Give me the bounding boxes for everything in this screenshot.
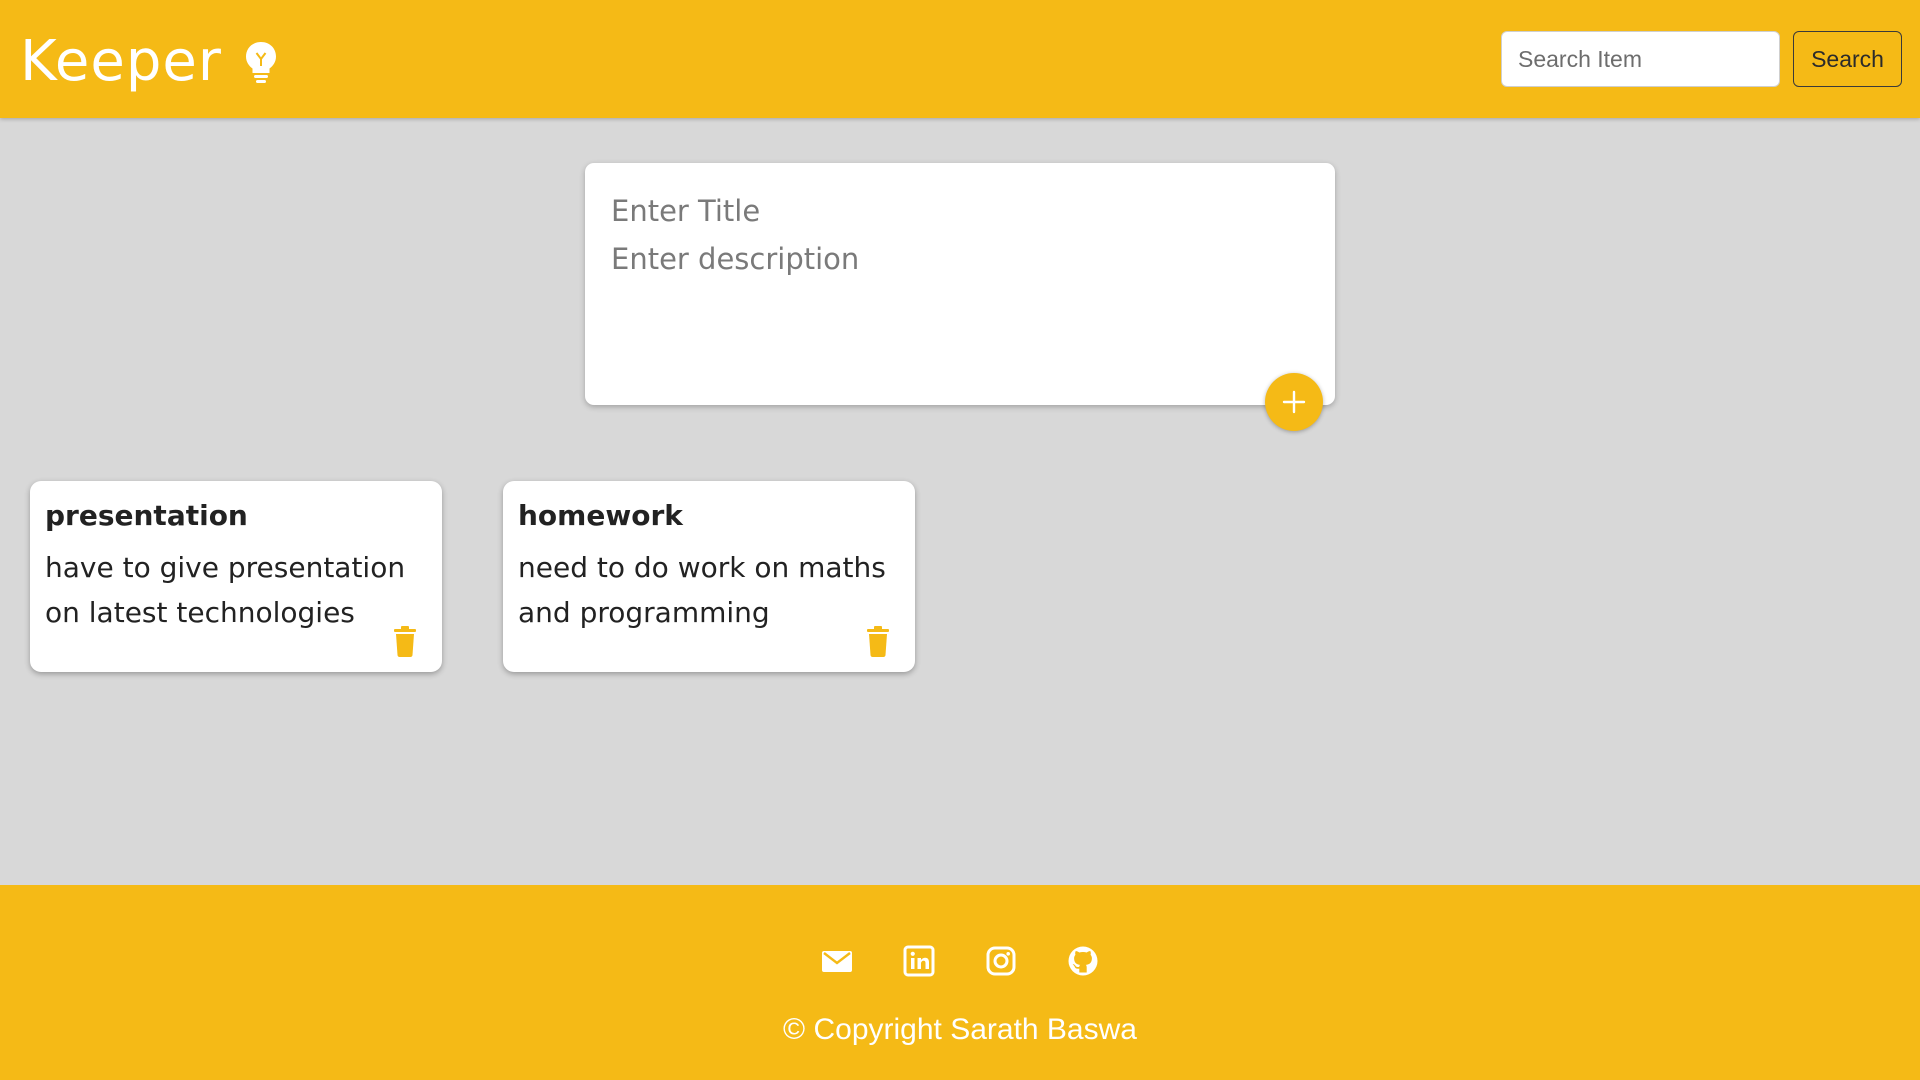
social-links [0,945,1920,977]
note-title-input[interactable] [609,189,1299,233]
instagram-icon[interactable] [985,945,1017,977]
mail-icon[interactable] [821,945,853,977]
copyright-text: © Copyright Sarath Baswa [783,1013,1137,1046]
brand: Keeper [20,30,278,94]
note-content: have to give presentation on latest tech… [45,551,406,629]
search-button[interactable]: Search [1793,31,1902,87]
lightbulb-icon [244,40,278,84]
linkedin-icon[interactable] [903,945,935,977]
note-card: presentation have to give presentation o… [30,481,442,672]
delete-note-button[interactable] [390,624,420,658]
note-title: homework [518,499,683,532]
footer: © Copyright Sarath Baswa [0,885,1920,1080]
note-description-input[interactable] [609,235,1299,375]
header: Keeper Search [0,0,1920,118]
note-content: need to do work on maths and programming [518,551,886,629]
create-note-form [585,163,1335,405]
delete-note-button[interactable] [863,624,893,658]
note-title: presentation [45,499,248,532]
github-icon[interactable] [1067,945,1099,977]
brand-name: Keeper [20,29,222,94]
trash-icon [867,626,889,657]
trash-icon [394,626,416,657]
add-note-button[interactable] [1265,373,1323,431]
plus-icon [1282,390,1306,414]
note-card: homework need to do work on maths and pr… [503,481,915,672]
search-input[interactable] [1501,31,1780,87]
